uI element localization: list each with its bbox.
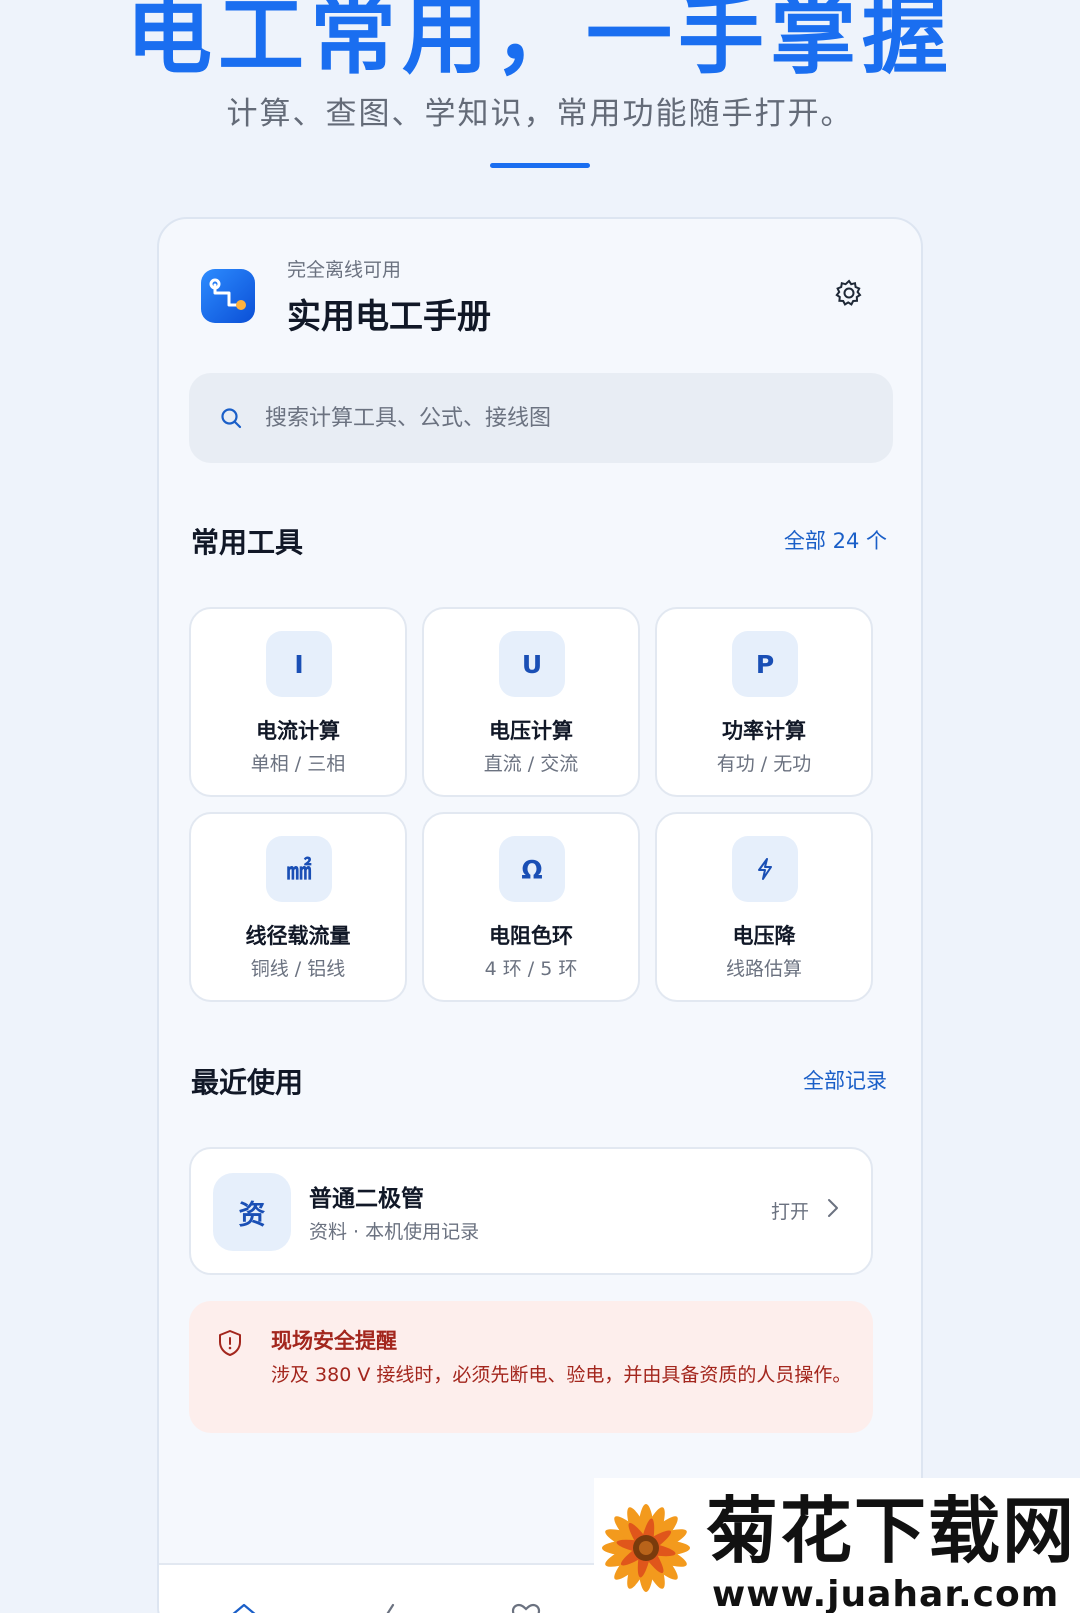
voltage-symbol-badge: U bbox=[499, 631, 565, 697]
recent-section-title: 最近使用 bbox=[191, 1066, 304, 1099]
power-symbol-badge: P bbox=[732, 631, 798, 697]
tool-current-calc[interactable]: I 电流计算 单相 / 三相 bbox=[189, 607, 407, 797]
bolt-icon bbox=[758, 858, 772, 880]
tool-voltage-drop[interactable]: 电压降 线路估算 bbox=[655, 812, 873, 1002]
tools-section-title: 常用工具 bbox=[191, 526, 304, 559]
safety-title: 现场安全提醒 bbox=[271, 1329, 397, 1353]
recent-item-diode[interactable]: 资 普通二极管 资料 · 本机使用记录 打开 bbox=[189, 1147, 873, 1275]
tools-tab-icon[interactable] bbox=[369, 1601, 403, 1613]
watermark-url: www.juahar.com bbox=[712, 1574, 1060, 1613]
recent-item-title: 普通二极管 bbox=[309, 1186, 424, 1212]
search-bar[interactable] bbox=[189, 373, 893, 463]
open-button[interactable]: 打开 bbox=[771, 1197, 809, 1224]
current-symbol-badge: I bbox=[266, 631, 332, 697]
home-tab-icon[interactable] bbox=[227, 1601, 261, 1613]
chrysanthemum-logo-icon bbox=[602, 1504, 690, 1592]
hero-divider bbox=[490, 163, 590, 168]
tool-name: 电阻色环 bbox=[489, 924, 573, 948]
gear-icon[interactable] bbox=[835, 279, 863, 307]
all-tools-link[interactable]: 全部 24 个 bbox=[784, 525, 887, 555]
tool-desc: 直流 / 交流 bbox=[483, 753, 579, 775]
tool-desc: 4 环 / 5 环 bbox=[484, 958, 578, 980]
circuit-app-icon bbox=[201, 269, 255, 323]
tool-name: 功率计算 bbox=[722, 719, 806, 743]
all-records-link[interactable]: 全部记录 bbox=[803, 1065, 887, 1095]
tool-resistor-color[interactable]: Ω 电阻色环 4 环 / 5 环 bbox=[422, 812, 640, 1002]
bolt-icon-badge bbox=[732, 836, 798, 902]
safety-alert: 现场安全提醒 涉及 380 V 接线时，必须先断电、验电，并由具备资质的人员操作… bbox=[189, 1301, 873, 1433]
shield-icon bbox=[219, 1330, 241, 1356]
phone-screen: 完全离线可用 实用电工手册 常用工具 全部 24 个 I 电流计算 单相 / 三… bbox=[157, 217, 923, 1613]
app-caption: 完全离线可用 bbox=[287, 259, 402, 281]
tool-desc: 铜线 / 铝线 bbox=[250, 958, 346, 980]
search-icon bbox=[221, 408, 242, 429]
ohm-symbol-badge: Ω bbox=[499, 836, 565, 902]
hero-title: 电工常用，一手掌握 bbox=[126, 0, 954, 86]
safety-body: 涉及 380 V 接线时，必须先断电、验电，并由具备资质的人员操作。 bbox=[271, 1364, 852, 1386]
reference-badge: 资 bbox=[213, 1173, 291, 1251]
tool-power-calc[interactable]: P 功率计算 有功 / 无功 bbox=[655, 607, 873, 797]
tool-name: 电流计算 bbox=[256, 719, 340, 743]
tool-name: 线径载流量 bbox=[245, 924, 351, 948]
tool-name: 电压降 bbox=[732, 924, 796, 948]
tool-wire-ampacity[interactable]: ㎟ 线径载流量 铜线 / 铝线 bbox=[189, 812, 407, 1002]
watermark-title: 菊花下载网 bbox=[706, 1489, 1077, 1573]
wire-area-symbol-badge: ㎟ bbox=[266, 836, 332, 902]
tool-desc: 线路估算 bbox=[725, 958, 802, 980]
tool-desc: 有功 / 无功 bbox=[716, 753, 812, 775]
tool-voltage-calc[interactable]: U 电压计算 直流 / 交流 bbox=[422, 607, 640, 797]
recent-item-subtitle: 资料 · 本机使用记录 bbox=[309, 1221, 480, 1243]
tool-name: 电压计算 bbox=[489, 719, 573, 743]
site-watermark: 菊花下载网 www.juahar.com bbox=[594, 1478, 1080, 1613]
chevron-right-icon bbox=[828, 1199, 838, 1217]
hero-subtitle: 计算、查图、学知识，常用功能随手打开。 bbox=[226, 96, 854, 132]
tool-desc: 单相 / 三相 bbox=[250, 753, 346, 775]
search-input[interactable] bbox=[265, 405, 825, 431]
app-name: 实用电工手册 bbox=[287, 297, 491, 337]
favorites-tab-icon[interactable] bbox=[509, 1601, 543, 1613]
